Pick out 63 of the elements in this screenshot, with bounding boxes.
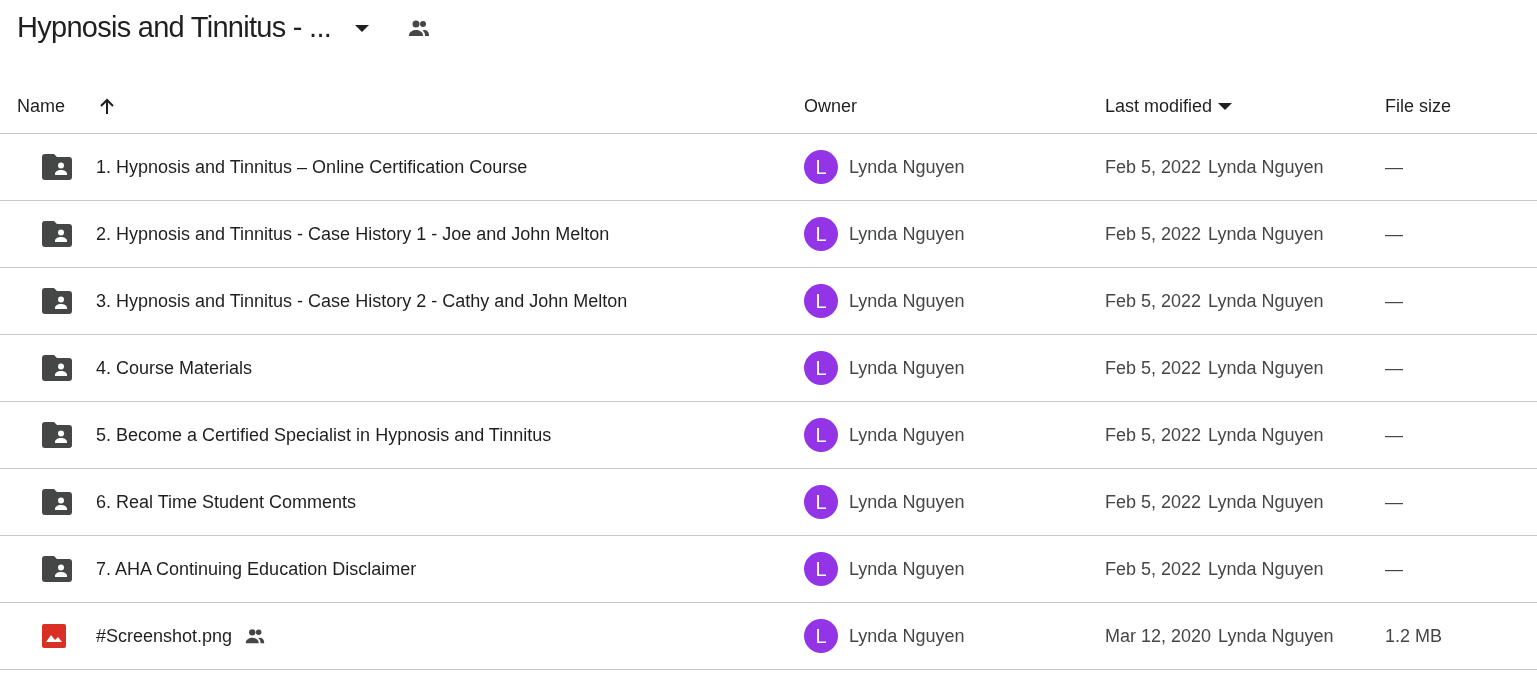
- shared-folder-icon: [42, 355, 72, 381]
- file-name[interactable]: #Screenshot.png: [96, 622, 233, 650]
- owner-name: Lynda Nguyen: [849, 356, 965, 380]
- modified-by: Lynda Nguyen: [1208, 490, 1324, 514]
- file-size: 1.2 MB: [1385, 624, 1443, 648]
- column-header[interactable]: File size: [1385, 93, 1451, 120]
- caret-down-icon[interactable]: [1218, 102, 1233, 111]
- file-name[interactable]: 6. Real Time Student Comments: [96, 488, 357, 516]
- owner-avatar: L: [804, 485, 838, 519]
- owner-name: Lynda Nguyen: [849, 423, 965, 447]
- image-file-icon: [42, 624, 66, 648]
- modified-date: Feb 5, 2022: [1105, 222, 1202, 246]
- modified-by: Lynda Nguyen: [1208, 155, 1324, 179]
- owner-avatar: L: [804, 619, 838, 653]
- owner-name: Lynda Nguyen: [849, 222, 965, 246]
- caret-down-icon[interactable]: [355, 24, 370, 32]
- modified-by: Lynda Nguyen: [1208, 356, 1324, 380]
- modified-by: Lynda Nguyen: [1208, 289, 1324, 313]
- shared-folder-icon: [42, 154, 72, 180]
- shared-folder-icon: [42, 288, 72, 314]
- owner-avatar: L: [804, 150, 838, 184]
- column-header[interactable]: Name: [17, 93, 65, 120]
- file-size: —: [1385, 356, 1403, 380]
- file-name[interactable]: 2. Hypnosis and Tinnitus - Case History 1 - Joe and John Melton: [96, 220, 610, 248]
- shared-folder-icon: [42, 422, 72, 448]
- owner-avatar: L: [804, 418, 838, 452]
- owner-avatar: L: [804, 351, 838, 385]
- folder-title: Hypnosis and Tinnitus - ...: [17, 10, 332, 46]
- owner-avatar: L: [804, 284, 838, 318]
- file-name[interactable]: 7. AHA Continuing Education Disclaimer: [96, 555, 417, 583]
- modified-date: Feb 5, 2022: [1105, 423, 1202, 447]
- owner-name: Lynda Nguyen: [849, 624, 965, 648]
- modified-by: Lynda Nguyen: [1218, 624, 1334, 648]
- file-size: —: [1385, 155, 1403, 179]
- file-size: —: [1385, 490, 1403, 514]
- file-name[interactable]: 4. Course Materials: [96, 354, 253, 382]
- modified-by: Lynda Nguyen: [1208, 222, 1324, 246]
- owner-name: Lynda Nguyen: [849, 490, 965, 514]
- shared-folder-icon: [42, 556, 72, 582]
- modified-date: Feb 5, 2022: [1105, 356, 1202, 380]
- shared-folder-icon: [42, 221, 72, 247]
- file-name[interactable]: 3. Hypnosis and Tinnitus - Case History 2 - Cathy and John Melton: [96, 287, 628, 315]
- modified-date: Feb 5, 2022: [1105, 490, 1202, 514]
- modified-by: Lynda Nguyen: [1208, 557, 1324, 581]
- file-name[interactable]: 1. Hypnosis and Tinnitus – Online Certification Course: [96, 153, 528, 181]
- modified-date: Feb 5, 2022: [1105, 289, 1202, 313]
- file-name[interactable]: 5. Become a Certified Specialist in Hypnosis and Tinnitus: [96, 421, 552, 449]
- owner-avatar: L: [804, 217, 838, 251]
- column-header[interactable]: Owner: [804, 93, 857, 120]
- owner-avatar: L: [804, 552, 838, 586]
- file-size: —: [1385, 289, 1403, 313]
- shared-folder-icon: [42, 489, 72, 515]
- file-size: —: [1385, 557, 1403, 581]
- owner-name: Lynda Nguyen: [849, 557, 965, 581]
- modified-by: Lynda Nguyen: [1208, 423, 1324, 447]
- owner-name: Lynda Nguyen: [849, 155, 965, 179]
- file-size: —: [1385, 222, 1403, 246]
- file-size: —: [1385, 423, 1403, 447]
- column-header[interactable]: Last modified: [1105, 93, 1213, 120]
- owner-name: Lynda Nguyen: [849, 289, 965, 313]
- modified-date: Feb 5, 2022: [1105, 557, 1202, 581]
- modified-date: Feb 5, 2022: [1105, 155, 1202, 179]
- modified-date: Mar 12, 2020: [1105, 624, 1212, 648]
